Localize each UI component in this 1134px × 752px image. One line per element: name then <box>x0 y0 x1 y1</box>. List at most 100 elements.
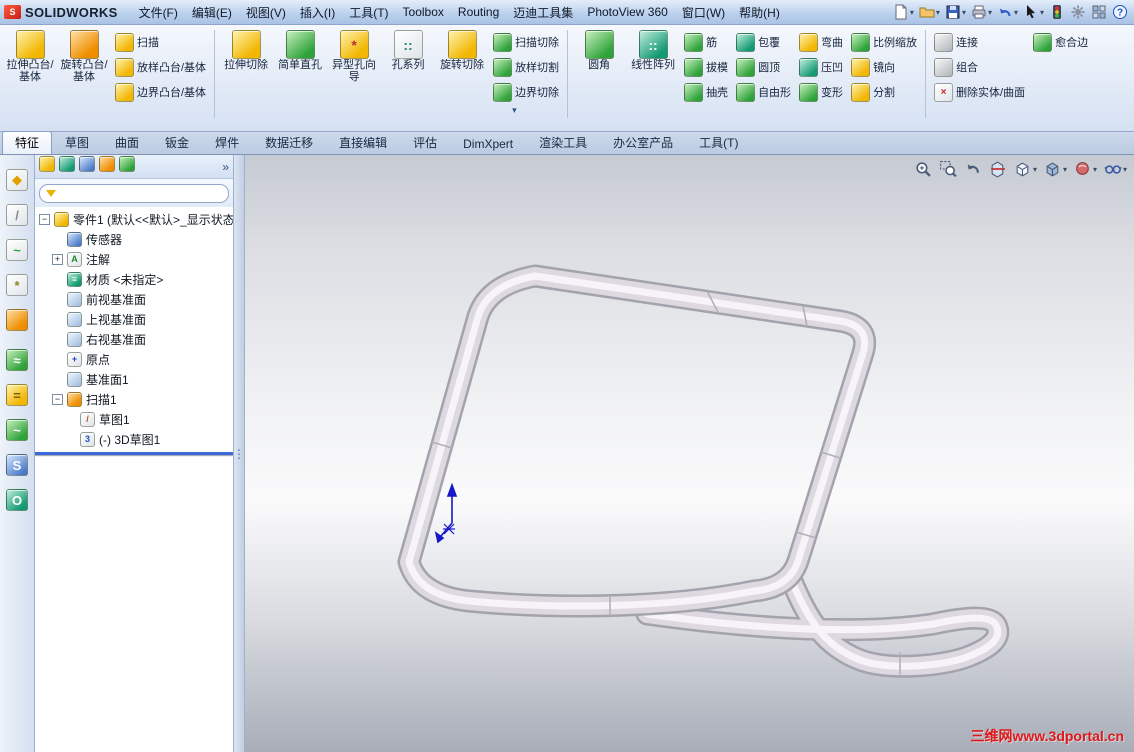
dropdown-caret-icon[interactable]: ▾ <box>1014 8 1018 17</box>
tree-item[interactable]: − 扫描1 <box>35 389 233 409</box>
filter-box[interactable] <box>39 183 229 203</box>
tab-直接编辑[interactable]: 直接编辑 <box>326 131 400 154</box>
tree-root-item[interactable]: − 零件1 (默认<<默认>_显示状态 <box>35 209 233 229</box>
hole-wizard-button[interactable]: * 异型孔向导 <box>328 28 380 86</box>
sweep-button[interactable]: 扫描 <box>112 30 162 54</box>
menu-item-10[interactable]: 窗口(W) <box>675 1 732 24</box>
revolved-cut-button[interactable]: 旋转切除 <box>436 28 488 86</box>
dropdown-caret-icon[interactable]: ▾ <box>988 8 992 17</box>
panel-expand-chevron[interactable]: » <box>222 160 229 174</box>
mirror-button[interactable]: 镜向 <box>848 55 898 79</box>
fillet-button[interactable]: 圆角 <box>573 28 625 86</box>
zoom-fit-icon[interactable] <box>913 159 933 179</box>
tab-dimxpert[interactable]: DimXpert <box>450 134 526 154</box>
deform-button[interactable]: 变形 <box>796 80 846 104</box>
flex-button[interactable]: 弯曲 <box>796 30 846 54</box>
tab-办公室产品[interactable]: 办公室产品 <box>600 131 686 154</box>
tab-渲染工具[interactable]: 渲染工具 <box>526 131 600 154</box>
select-cursor-icon[interactable]: ▾ <box>1021 3 1046 21</box>
splitter-grip-icon[interactable]: ⋮ <box>233 447 245 461</box>
sketch-tool[interactable]: ◆ <box>6 169 28 191</box>
loft-button[interactable]: 放样凸台/基体 <box>112 55 209 79</box>
hide-show-items-icon[interactable]: ▾ <box>1103 159 1128 179</box>
tab-工具(T)[interactable]: 工具(T) <box>686 131 751 154</box>
featuremanager-tab-button[interactable] <box>39 156 55 177</box>
scale-button[interactable]: 比例缩放 <box>848 30 920 54</box>
delete-body-button[interactable]: × 删除实体/曲面 <box>931 80 1028 104</box>
circle-tool-tool[interactable]: O <box>6 489 28 511</box>
dropdown-caret-icon[interactable]: ▾ <box>1093 165 1097 174</box>
swept-cut-button[interactable]: 扫描切除 <box>490 30 562 54</box>
shell-button[interactable]: 抽壳 <box>681 80 731 104</box>
plane-tool-tool[interactable] <box>6 309 28 336</box>
linear-pattern-button[interactable]: :: 线性阵列 <box>627 28 679 86</box>
tree-item[interactable]: 上视基准面 <box>35 309 233 329</box>
dropdown-caret-icon[interactable]: ▾ <box>1063 165 1067 174</box>
tree-item[interactable]: 传感器 <box>35 229 233 249</box>
tab-焊件[interactable]: 焊件 <box>202 131 252 154</box>
point-tool[interactable]: * <box>6 274 28 296</box>
collapse-toggle-icon[interactable]: − <box>52 393 63 405</box>
tab-数据迁移[interactable]: 数据迁移 <box>252 131 326 154</box>
filter-input[interactable] <box>60 185 222 201</box>
view-orientation-icon[interactable]: ▾ <box>1013 159 1038 179</box>
dropdown-caret-icon[interactable]: ▾ <box>962 8 966 17</box>
undo-icon[interactable]: ▾ <box>995 3 1020 21</box>
toolbars-icon[interactable] <box>1089 3 1109 21</box>
indent-button[interactable]: 压凹 <box>796 55 846 79</box>
tree-item[interactable]: 前视基准面 <box>35 289 233 309</box>
wrap-button[interactable]: 包覆 <box>733 30 783 54</box>
menu-item-4[interactable]: 插入(I) <box>293 1 342 24</box>
surface-tool-tool[interactable]: ≈ <box>6 349 28 371</box>
simple-hole-button[interactable]: 简单直孔 <box>274 28 326 86</box>
chart-tool-tool[interactable]: = <box>6 384 28 406</box>
heal-edges-button[interactable]: 愈合边 <box>1030 30 1091 54</box>
model-3d-tube-frame[interactable] <box>245 155 1134 752</box>
display-style-icon[interactable]: ▾ <box>1043 159 1068 179</box>
new-document-icon[interactable]: ▾ <box>891 3 916 21</box>
split-button[interactable]: 分割 <box>848 80 898 104</box>
displaymanager-tab-button[interactable] <box>119 156 135 177</box>
menu-item-9[interactable]: PhotoView 360 <box>580 2 675 22</box>
tab-钣金[interactable]: 钣金 <box>152 131 202 154</box>
dimension-tool[interactable]: / <box>6 204 28 226</box>
options-gear-icon[interactable] <box>1068 3 1088 21</box>
dome-button[interactable]: 圆顶 <box>733 55 783 79</box>
panel-splitter[interactable]: ⋮ <box>233 155 245 752</box>
menu-item-7[interactable]: Routing <box>451 2 506 22</box>
edit-appearance-icon[interactable]: ▾ <box>1073 159 1098 179</box>
expand-toggle-icon[interactable]: + <box>52 253 63 265</box>
rebuild-icon[interactable] <box>1047 3 1067 21</box>
tree-item[interactable]: ≡ 材质 <未指定> <box>35 269 233 289</box>
boundary-cut-button[interactable]: 边界切除 <box>490 80 562 104</box>
dimxpertmanager-tab-button[interactable] <box>99 156 115 177</box>
tree-item[interactable]: 3 (-) 3D草图1 <box>35 429 233 449</box>
save-icon[interactable]: ▾ <box>943 3 968 21</box>
dropdown-caret-icon[interactable]: ▾ <box>910 8 914 17</box>
dropdown-caret-icon[interactable]: ▾ <box>936 8 940 17</box>
tree-item[interactable]: 基准面1 <box>35 369 233 389</box>
dropdown-caret-icon[interactable]: ▾ <box>1040 8 1044 17</box>
tab-曲面[interactable]: 曲面 <box>102 131 152 154</box>
dropdown-caret-icon[interactable]: ▾ <box>1033 165 1037 174</box>
configurationmanager-tab-button[interactable] <box>79 156 95 177</box>
print-icon[interactable]: ▾ <box>969 3 994 21</box>
tab-草图[interactable]: 草图 <box>52 131 102 154</box>
menu-item-5[interactable]: 工具(T) <box>342 1 395 24</box>
menu-item-2[interactable]: 编辑(E) <box>185 1 239 24</box>
curve-tool-tool[interactable]: ~ <box>6 419 28 441</box>
menu-item-8[interactable]: 迈迪工具集 <box>506 1 580 24</box>
revolve-boss-button[interactable]: 旋转凸台/基体 <box>58 28 110 86</box>
menu-item-3[interactable]: 视图(V) <box>239 1 293 24</box>
menu-item-1[interactable]: 文件(F) <box>132 1 185 24</box>
boundary-boss-button[interactable]: 边界凸台/基体 <box>112 80 209 104</box>
join-button[interactable]: 连接 <box>931 30 981 54</box>
menu-item-6[interactable]: Toolbox <box>396 2 451 22</box>
graphics-area[interactable]: ▾ ▾ ▾ ▾ 三维网www.3dportal.cn <box>245 155 1134 752</box>
dropdown-caret-icon[interactable]: ▾ <box>1123 165 1127 174</box>
freeform-button[interactable]: 自由形 <box>733 80 794 104</box>
help-icon[interactable]: ? <box>1110 3 1130 21</box>
tree-item[interactable]: + 原点 <box>35 349 233 369</box>
open-icon[interactable]: ▾ <box>917 3 942 21</box>
extruded-cut-button[interactable]: 拉伸切除 <box>220 28 272 86</box>
